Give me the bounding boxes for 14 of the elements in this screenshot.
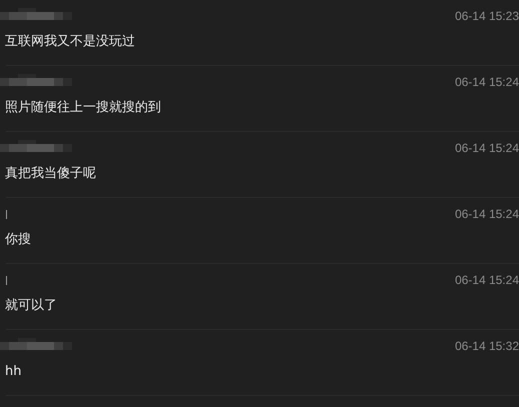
message-time: 06-14 15:32 (454, 338, 519, 355)
message-time: 06-14 15:24 (454, 206, 519, 223)
message-text: 真把我当傻子呢 (5, 166, 96, 181)
name-mark (6, 276, 7, 284)
message-text: 互联网我又不是没玩过 (5, 34, 135, 49)
message-text: 就可以了 (5, 298, 57, 313)
message-text: 照片随便往上一搜就搜的到 (5, 100, 161, 115)
name-mark (6, 210, 7, 218)
message-time: 06-14 15:24 (454, 74, 519, 91)
message-text: hh (5, 364, 22, 379)
message-text: 你搜 (5, 232, 31, 247)
message-time: 06-14 15:24 (454, 140, 519, 157)
message-time: 06-14 15:24 (454, 272, 519, 289)
message-time: 06-14 15:23 (454, 8, 519, 25)
